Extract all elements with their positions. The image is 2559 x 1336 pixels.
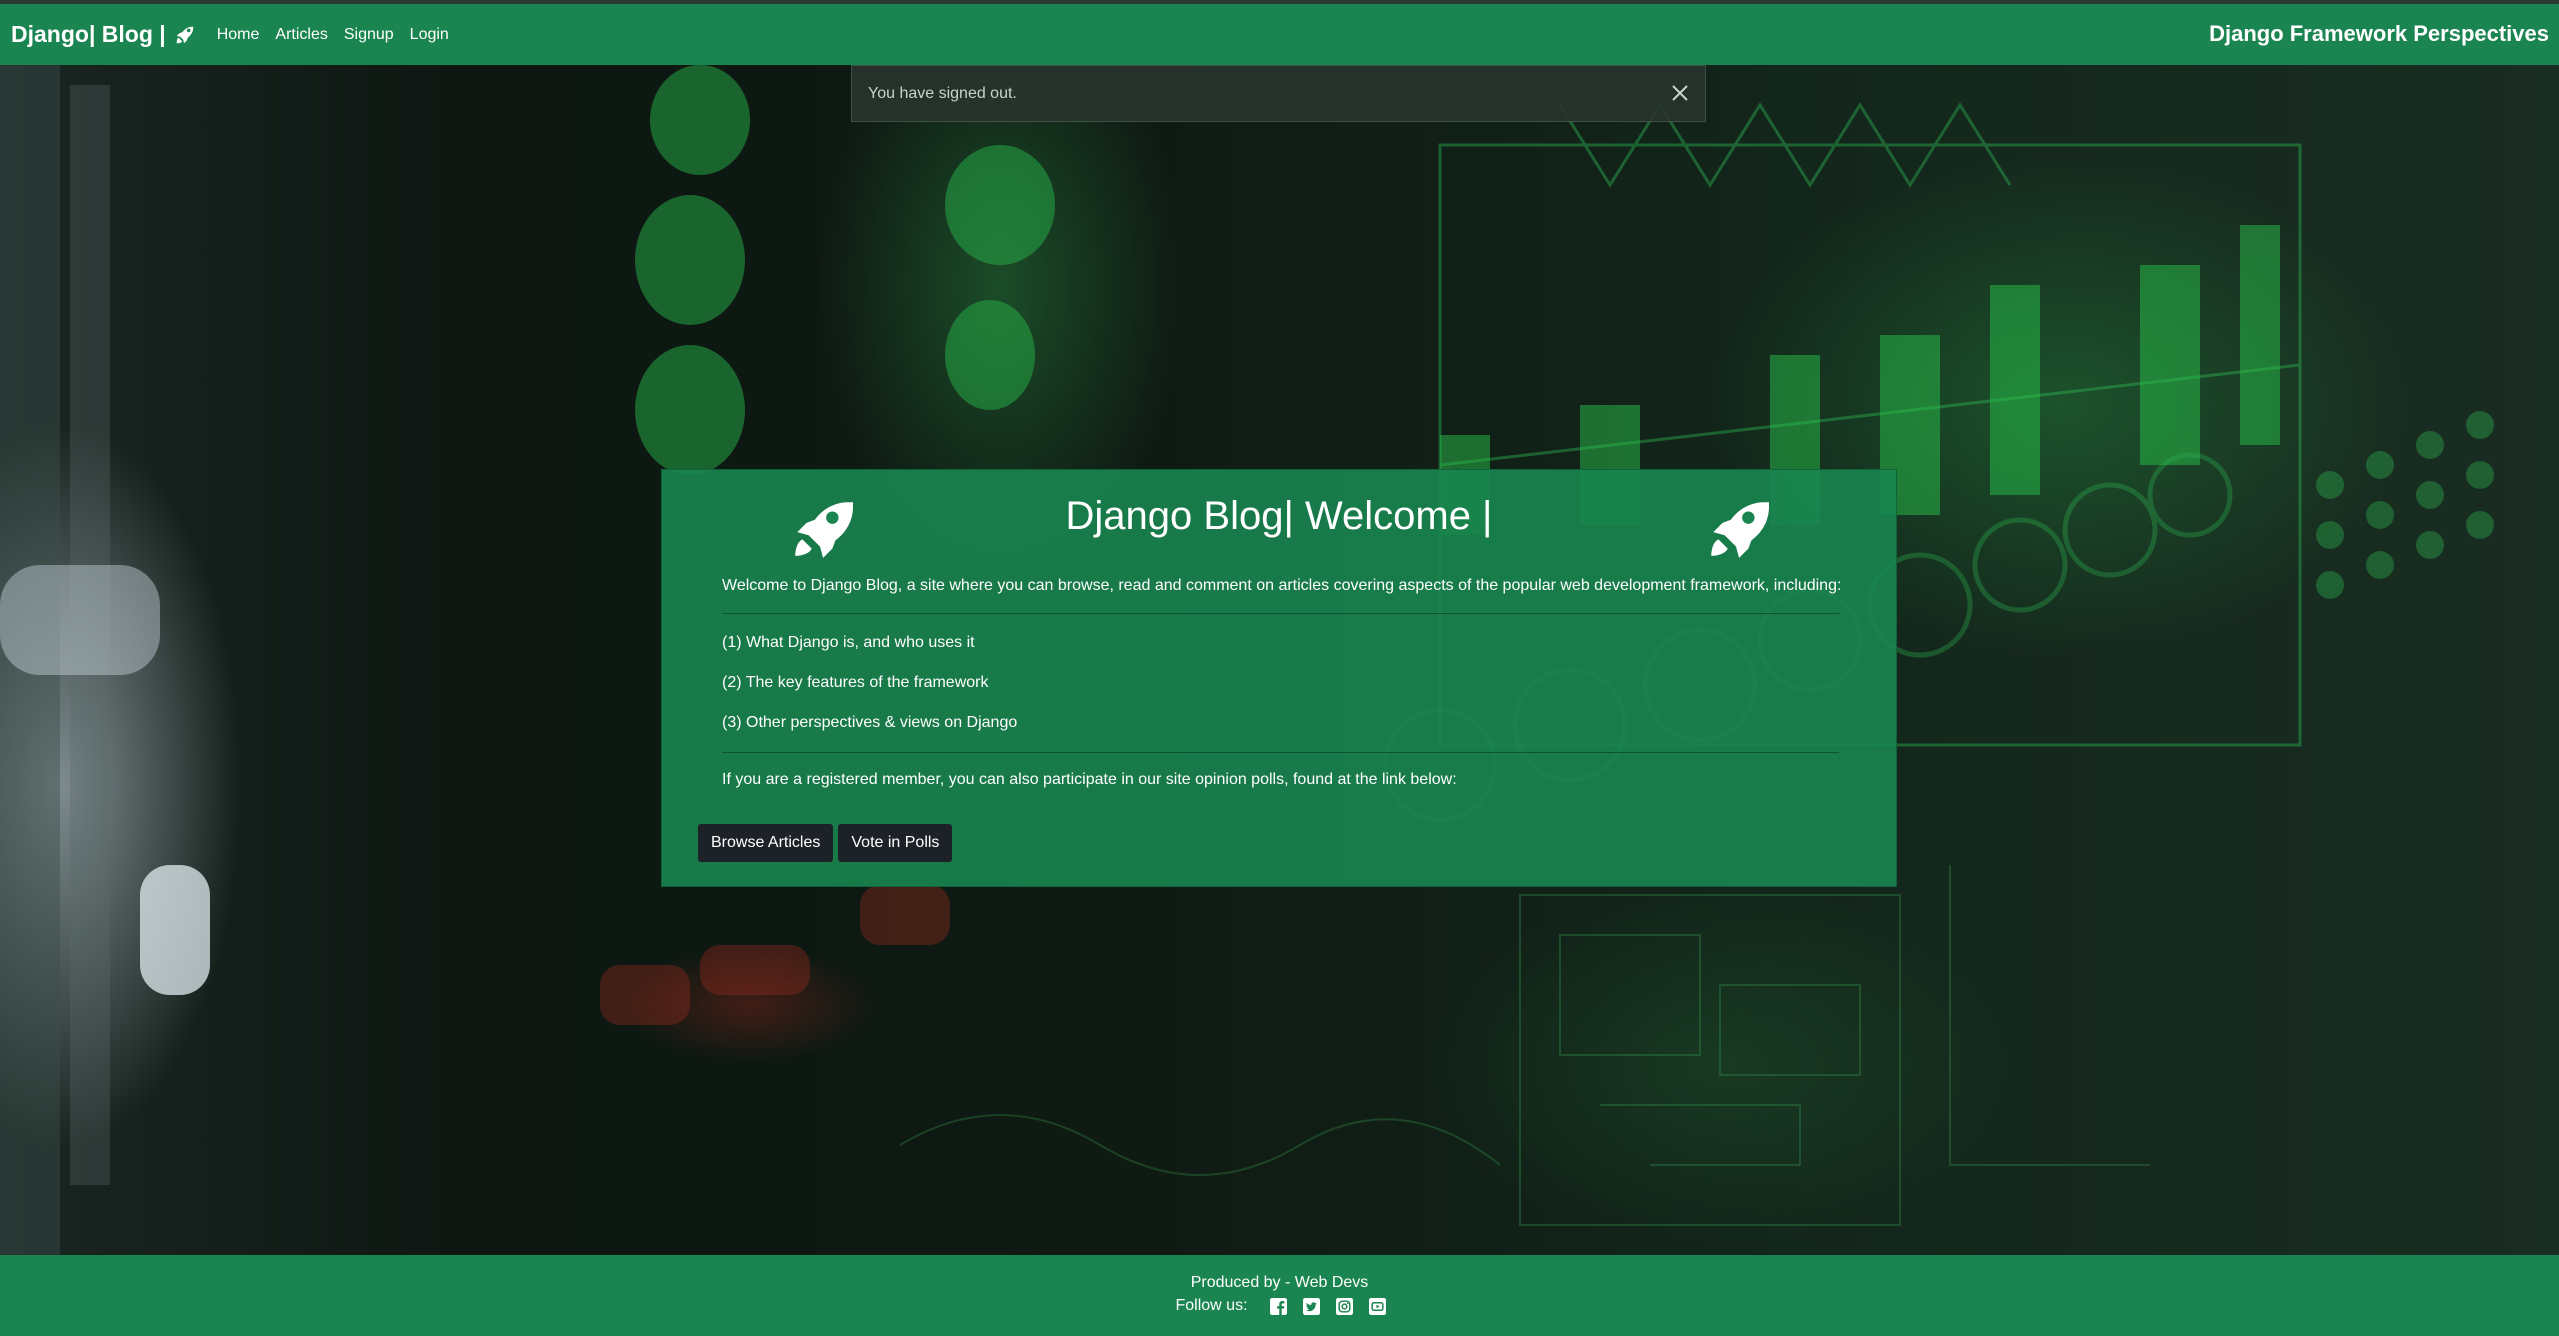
- brand-text: Django| Blog |: [11, 21, 166, 47]
- facebook-icon[interactable]: [1269, 1297, 1287, 1315]
- feature-item: (3) Other perspectives & views on Django: [722, 714, 1018, 731]
- youtube-icon[interactable]: [1368, 1297, 1386, 1315]
- nav-home-link[interactable]: Home: [217, 26, 260, 44]
- welcome-card: Django Blog| Welcome | Welcome to Django…: [661, 469, 1897, 887]
- footer-credit: Produced by - Web Devs: [1190, 1274, 1369, 1291]
- card-actions: Browse Articles Vote in Polls: [698, 824, 957, 862]
- welcome-intro: Welcome to Django Blog, a site where you…: [722, 577, 1842, 594]
- footer-follow: Follow us:: [0, 1297, 2559, 1315]
- browse-articles-button[interactable]: Browse Articles: [698, 824, 834, 862]
- feature-list: (1) What Django is, and who uses it (2) …: [722, 632, 1898, 734]
- follow-label: Follow us:: [1175, 1297, 1248, 1314]
- feature-item: (2) The key features of the framework: [722, 674, 989, 691]
- site-tagline: Django Framework Perspectives: [2209, 21, 2549, 46]
- divider: [722, 613, 1839, 614]
- feature-item: (1) What Django is, and who uses it: [722, 634, 975, 651]
- rocket-icon: [174, 24, 196, 46]
- nav-signup-link[interactable]: Signup: [344, 26, 394, 44]
- welcome-body: Welcome to Django Blog, a site where you…: [722, 575, 1898, 791]
- top-navbar: Django| Blog | Home Articles Signup Logi…: [0, 0, 2559, 65]
- footer: Produced by - Web Devs Follow us:: [0, 1255, 2559, 1336]
- vote-in-polls-button[interactable]: Vote in Polls: [838, 824, 953, 862]
- alert-message: You have signed out.: [868, 84, 1017, 102]
- nav-articles-link[interactable]: Articles: [275, 26, 327, 44]
- brand-link[interactable]: Django| Blog |: [11, 21, 196, 48]
- close-icon[interactable]: [1669, 82, 1691, 104]
- divider: [722, 752, 1839, 753]
- twitter-icon[interactable]: [1302, 1297, 1320, 1315]
- instagram-icon[interactable]: [1335, 1297, 1353, 1315]
- nav-login-link[interactable]: Login: [410, 26, 449, 44]
- rocket-icon: [1704, 496, 1770, 562]
- polls-text: If you are a registered member, you can …: [722, 771, 1457, 788]
- nav-links: Home Articles Signup Login: [217, 26, 465, 44]
- signed-out-alert: You have signed out.: [851, 65, 1706, 122]
